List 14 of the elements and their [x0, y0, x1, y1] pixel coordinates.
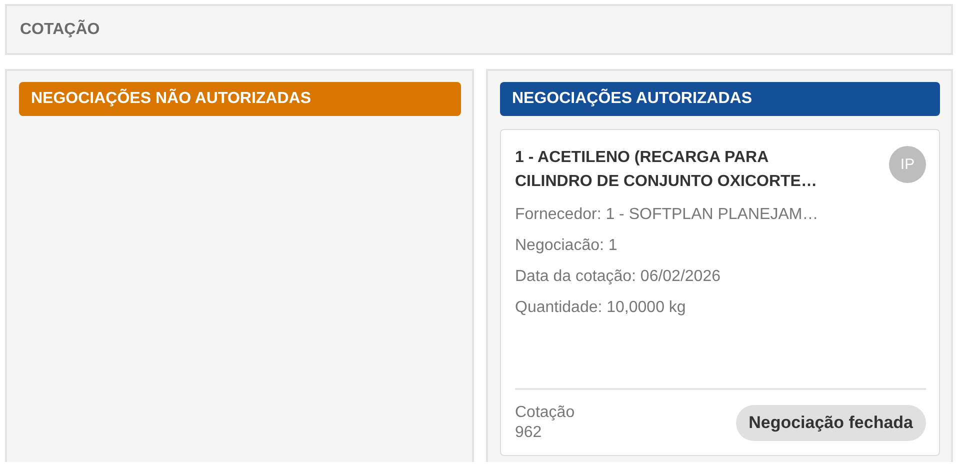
negotiation-card[interactable]: 1 - ACETILENO (RECARGA PARA CILINDRO DE CONJUNTO OXICORTE… IP Fornecedor: 1 - SOFTPLAN PLANEJAM… Negociacão: 1 Data da cotação: 06/02/2026 Quantidade: 10,0000 kg Cotação 962 Negociação fechada: [500, 129, 940, 456]
card-detail: Quantidade: 10,0000 kg: [515, 298, 687, 318]
card-detail: Data da cotação: 06/02/2026: [515, 267, 722, 287]
card-detail: Fornecedor: 1 - SOFTPLAN PLANEJAM…: [515, 205, 820, 225]
card-detail: Negociacão: 1: [515, 236, 618, 256]
footer-label: Cotação: [515, 403, 575, 423]
card-title: CILINDRO DE CONJUNTO OXICORTE…: [515, 172, 817, 192]
card-title: 1 - ACETILENO (RECARGA PARA: [515, 148, 770, 168]
page-title: COTAÇÃO: [20, 20, 100, 38]
column-header: NEGOCIAÇÕES AUTORIZADAS: [500, 82, 940, 116]
avatar: IP: [889, 146, 926, 183]
status-badge: Negociação fechada: [736, 405, 926, 441]
footer-value: 962: [515, 423, 543, 443]
column-header: NEGOCIAÇÕES NÃO AUTORIZADAS: [19, 82, 461, 116]
